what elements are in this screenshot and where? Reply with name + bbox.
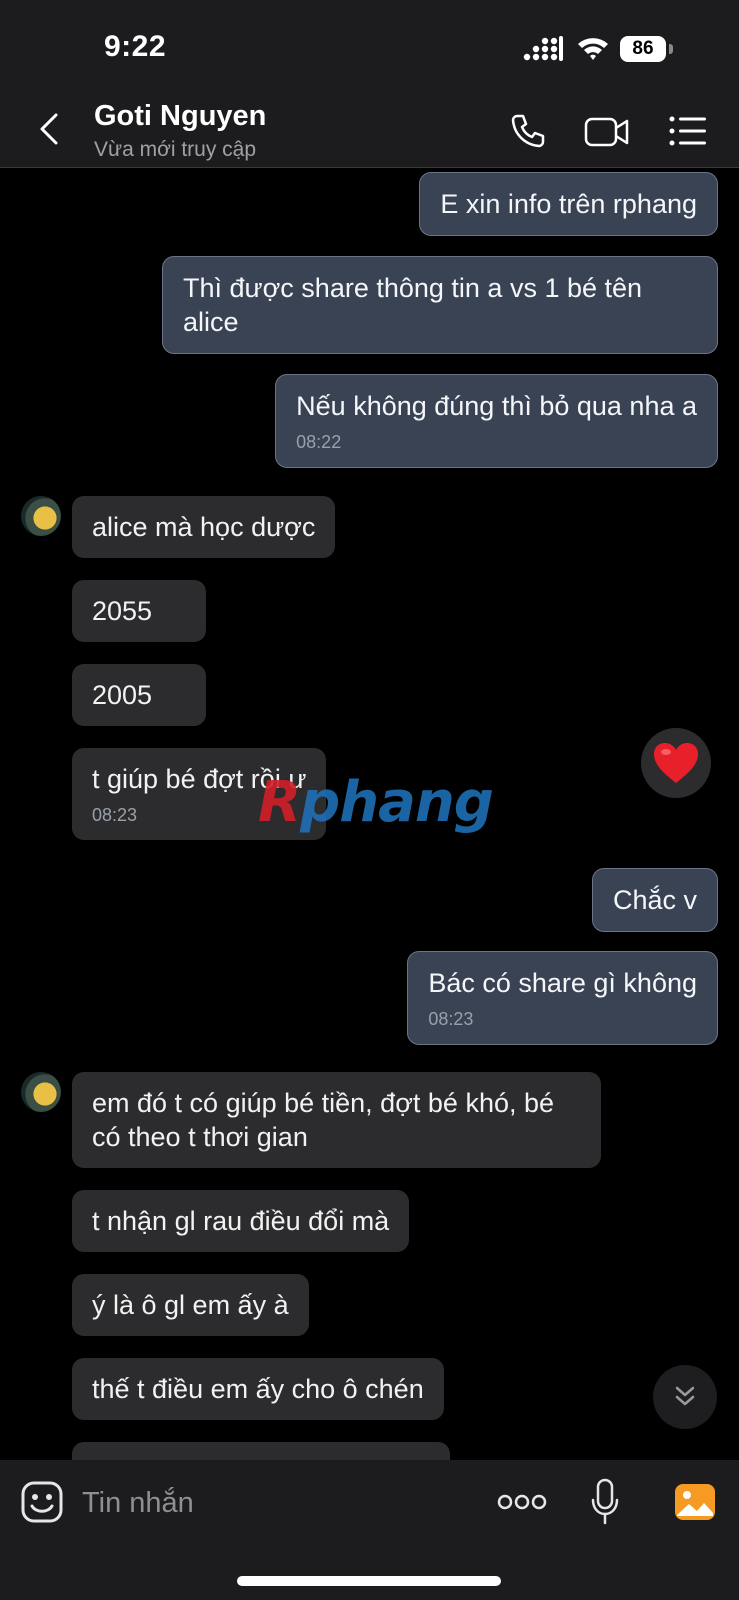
reaction-badge[interactable]: [641, 728, 711, 798]
double-chevron-down-icon: [675, 1386, 695, 1406]
message-text: alice mà học dược: [92, 512, 316, 542]
image-picker-icon[interactable]: [673, 1480, 717, 1524]
message-bubble-incoming[interactable]: alice mà học dược: [72, 496, 336, 558]
message-composer: [0, 1460, 739, 1600]
message-bubble-incoming[interactable]: 2055: [72, 580, 206, 642]
avatar[interactable]: [21, 1072, 61, 1112]
message-bubble-incoming-partial[interactable]: [72, 1442, 450, 1460]
home-indicator: [237, 1576, 501, 1586]
message-bubble-outgoing[interactable]: E xin info trên rphang: [419, 172, 718, 236]
battery-tip: [669, 44, 673, 54]
message-time: 08:23: [428, 1009, 474, 1029]
video-call-icon[interactable]: [584, 111, 630, 151]
message-bubble-outgoing[interactable]: Chắc v: [591, 868, 718, 932]
more-options-icon[interactable]: [497, 1490, 547, 1514]
contact-status: Vừa mới truy cập: [94, 138, 257, 161]
message-time: 08:22: [296, 432, 342, 452]
message-bubble-incoming[interactable]: t nhận gl rau điều đổi mà: [72, 1190, 410, 1252]
message-text: 2005: [92, 680, 153, 710]
message-bubble-incoming[interactable]: ý là ô gl em ấy à: [72, 1274, 309, 1336]
message-text: t nhận gl rau điều đổi mà: [92, 1206, 390, 1236]
message-text: 2055: [92, 596, 153, 626]
sticker-icon[interactable]: [20, 1480, 64, 1524]
message-bubble-incoming[interactable]: thế t điều em ấy cho ô chén: [72, 1358, 444, 1420]
message-text: Bác có share gì không: [428, 968, 697, 998]
chat-header: Goti Nguyen Vừa mới truy cập: [0, 95, 739, 168]
message-text: Thì được share thông tin a vs 1 bé tên a…: [183, 273, 643, 337]
message-text: em đó t có giúp bé tiền, đợt bé khó, bé …: [92, 1088, 555, 1152]
back-button[interactable]: [34, 109, 64, 149]
scroll-to-bottom-button[interactable]: [653, 1365, 717, 1429]
battery-indicator: 86: [620, 36, 666, 62]
message-text: Nếu không đúng thì bỏ qua nha a: [296, 391, 697, 421]
status-bar: 9:22 86: [0, 0, 739, 95]
message-bubble-outgoing[interactable]: Thì được share thông tin a vs 1 bé tên a…: [162, 256, 718, 354]
message-bubble-outgoing[interactable]: Bác có share gì không 08:23: [407, 951, 718, 1045]
message-bubble-outgoing[interactable]: Nếu không đúng thì bỏ qua nha a 08:22: [275, 374, 718, 468]
message-bubble-incoming[interactable]: 2005: [72, 664, 206, 726]
message-input[interactable]: [80, 1482, 464, 1524]
contact-name[interactable]: Goti Nguyen: [94, 100, 266, 133]
message-text: thế t điều em ấy cho ô chén: [92, 1374, 424, 1404]
phone-icon[interactable]: [508, 111, 548, 151]
message-bubble-incoming[interactable]: em đó t có giúp bé tiền, đợt bé khó, bé …: [72, 1072, 601, 1168]
heart-icon: [654, 743, 698, 783]
cellular-signal-icon: [523, 36, 563, 61]
avatar[interactable]: [21, 496, 61, 536]
watermark-logo: Rphang: [258, 770, 494, 835]
message-text: E xin info trên rphang: [440, 189, 697, 219]
chat-screen: 9:22 86 Goti Nguyen Vừa mới truy cập E x…: [0, 0, 739, 1600]
microphone-icon[interactable]: [590, 1478, 620, 1526]
wifi-icon: [578, 38, 608, 60]
message-text: Chắc v: [612, 885, 697, 915]
message-text: ý là ô gl em ấy à: [92, 1290, 289, 1320]
menu-list-icon[interactable]: [668, 111, 708, 151]
status-time: 9:22: [104, 30, 167, 63]
